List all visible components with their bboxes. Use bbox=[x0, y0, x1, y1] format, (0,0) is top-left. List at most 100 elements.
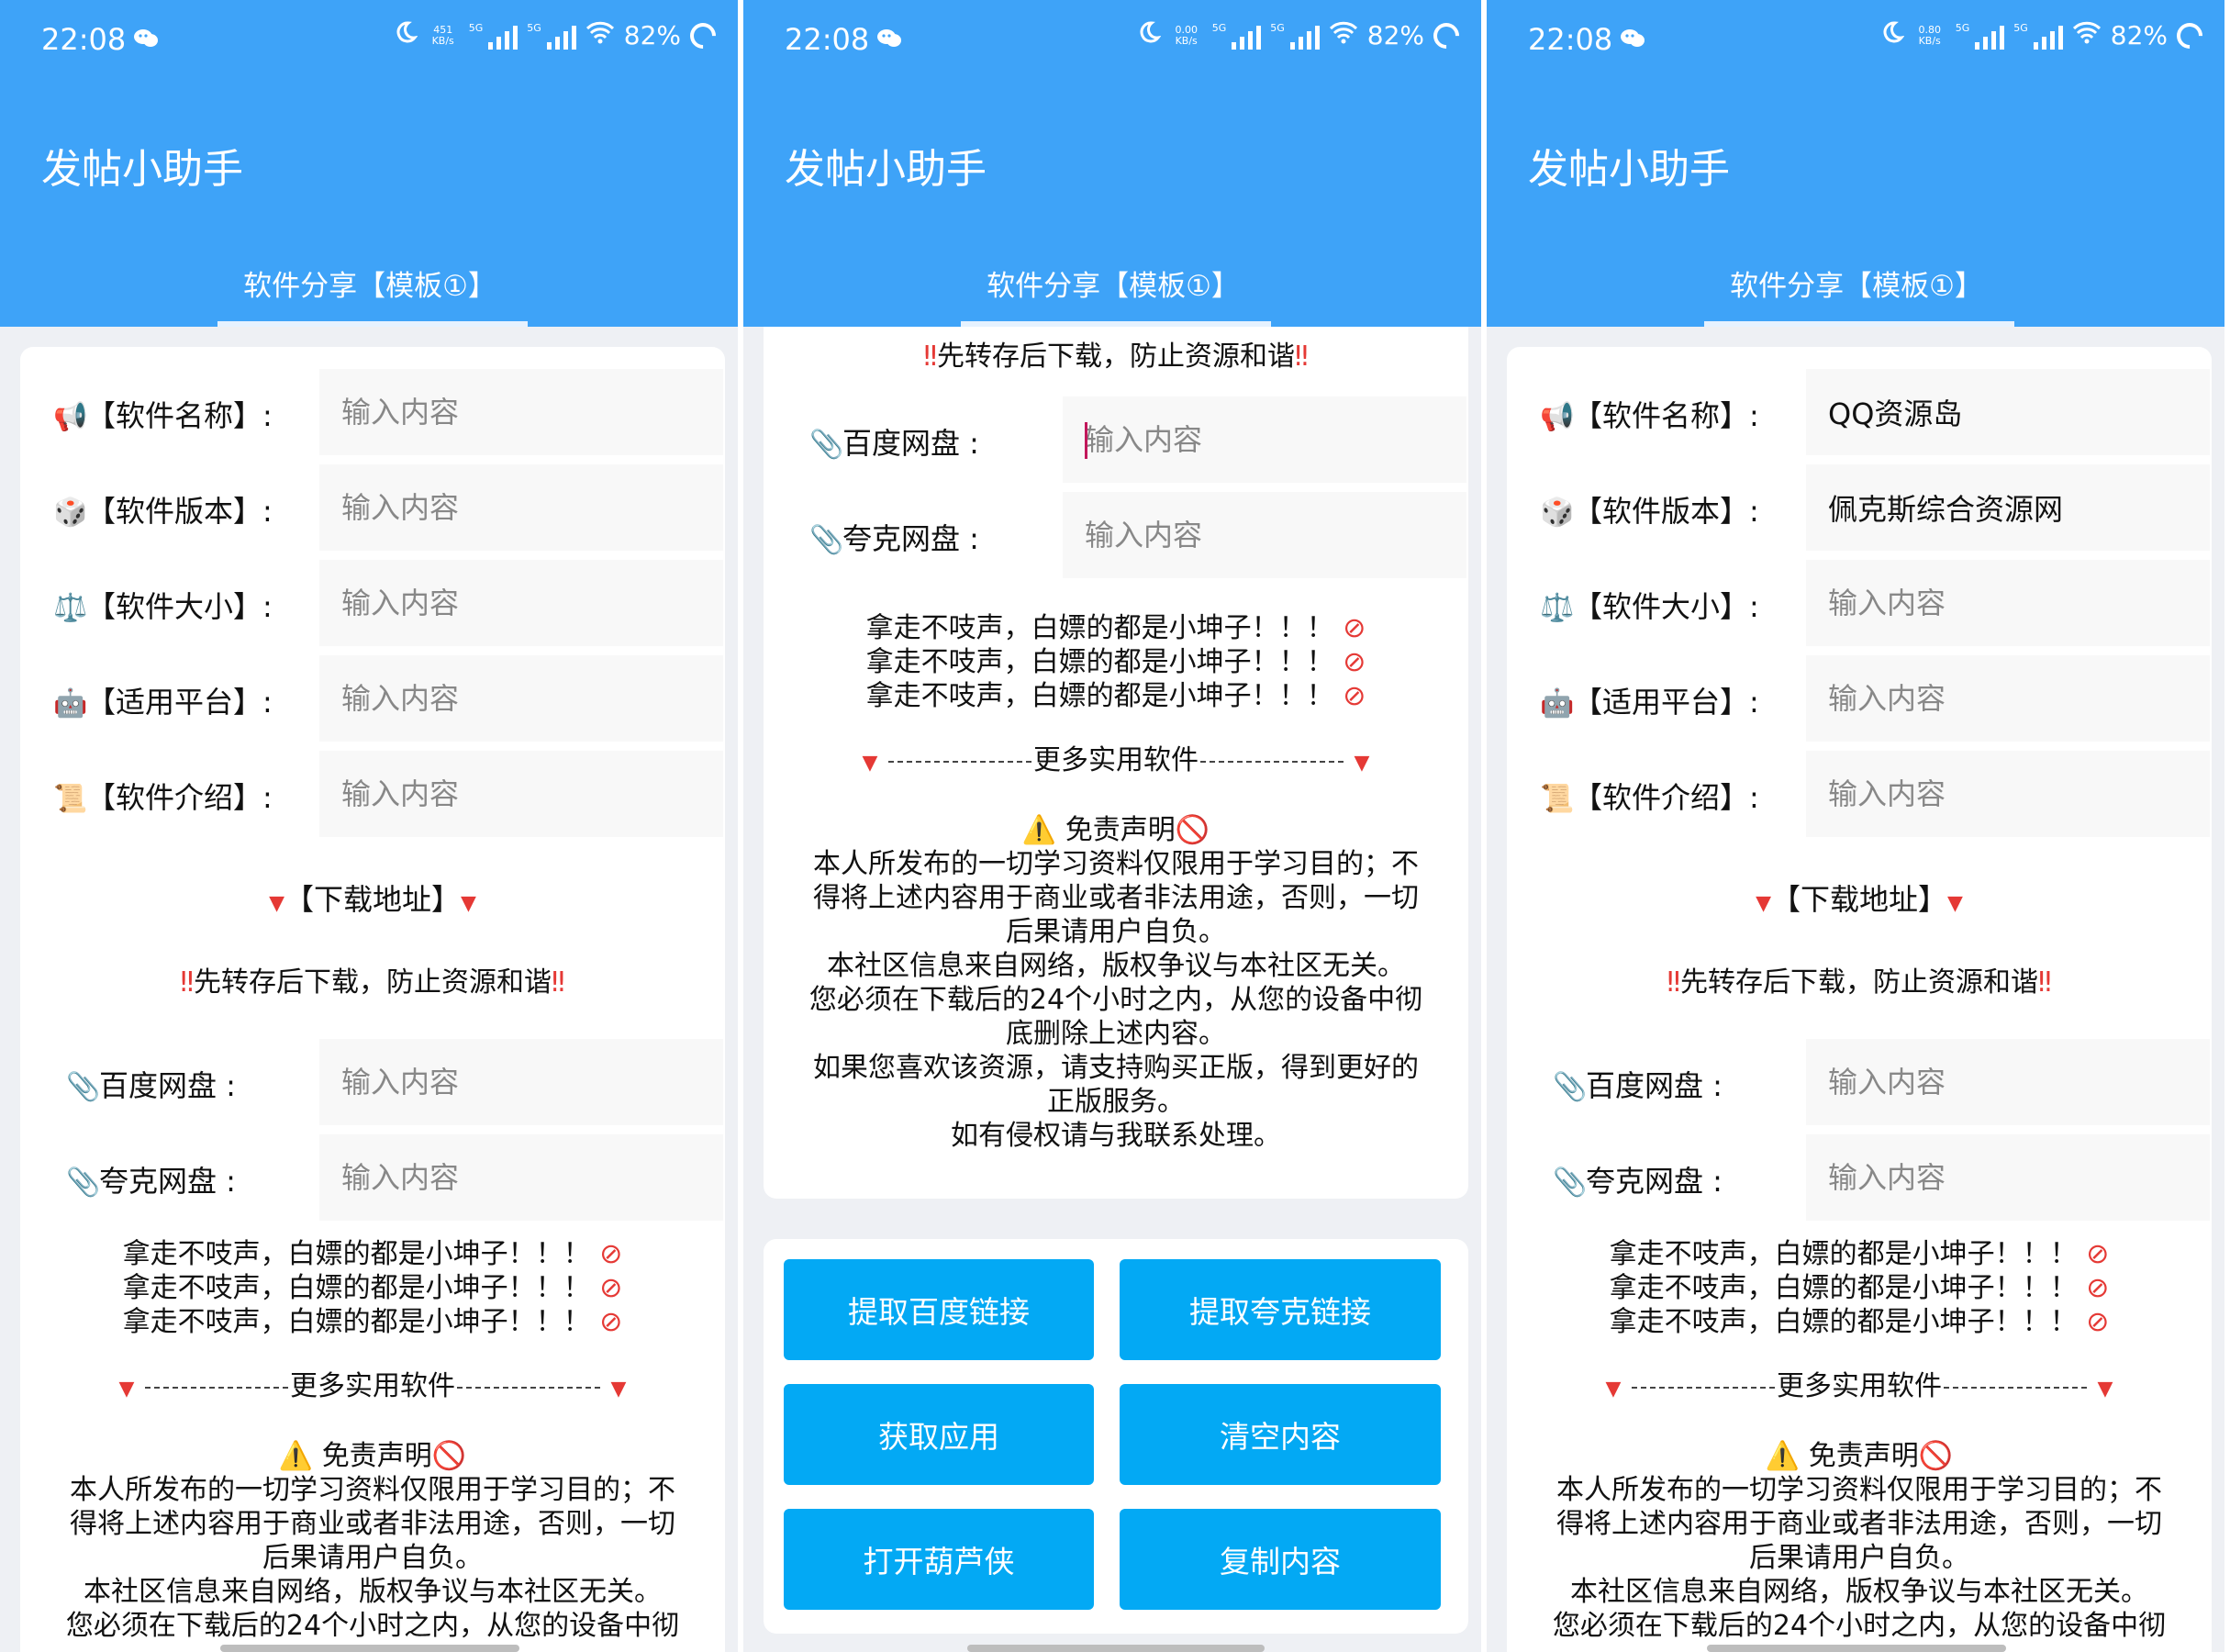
label-text: 夸克网盘 : bbox=[842, 521, 979, 556]
baidu-link-input[interactable] bbox=[319, 1039, 723, 1125]
dashed-line bbox=[888, 760, 1031, 763]
disclaimer-line: 如有侵权请与我联系处理。 bbox=[951, 1120, 1281, 1152]
quark-link-input[interactable] bbox=[1806, 1134, 2210, 1221]
row-baidu: 📎百度网盘 : bbox=[53, 1039, 725, 1125]
robot-icon: 🤖 bbox=[1540, 687, 1575, 720]
double-exclamation-icon: ‼ bbox=[2038, 966, 2052, 999]
more-software-text: 更多实用软件 bbox=[1033, 744, 1199, 776]
notice-text: 拿走不吱声，白嫖的都是小坤子！！！ bbox=[1609, 1238, 2078, 1270]
notice-text: 拿走不吱声，白嫖的都是小坤子！！！ bbox=[122, 1238, 591, 1270]
triangle-down-icon: ▼ bbox=[1947, 892, 1963, 915]
row-software-name: 📢【软件名称】: bbox=[1540, 369, 2212, 455]
label-software-size: ⚖️【软件大小】: bbox=[53, 584, 273, 626]
disclaimer: ⚠️ 免责声明🚫 本人所发布的一切学习资料仅限用于学习目的；不 得将上述内容用于… bbox=[20, 1439, 725, 1652]
extract-quark-link-button[interactable]: 提取夸克链接 bbox=[1120, 1259, 1441, 1360]
row-software-size: ⚖️【软件大小】: bbox=[1540, 560, 2212, 646]
prohibited-icon: ⊘ bbox=[599, 1306, 623, 1338]
megaphone-icon: 📢 bbox=[1540, 401, 1575, 433]
intro-input[interactable] bbox=[1806, 751, 2210, 837]
notice-line: 拿走不吱声，白嫖的都是小坤子！！！ ⊘ bbox=[764, 645, 1468, 679]
status-bar: 22:08 0.80 KB/s 5G 5G 82% bbox=[1487, 0, 2224, 81]
scroll-icon: 📜 bbox=[53, 783, 88, 815]
row-quark: 📎夸克网盘 : bbox=[797, 492, 1468, 578]
triangle-down-icon: ▼ bbox=[862, 752, 878, 775]
get-app-button[interactable]: 获取应用 bbox=[784, 1384, 1094, 1485]
quark-link-input[interactable] bbox=[1063, 492, 1466, 578]
label-text: 百度网盘 : bbox=[842, 426, 979, 461]
platform-input[interactable] bbox=[319, 655, 723, 742]
disclaimer: ⚠️ 免责声明🚫 本人所发布的一切学习资料仅限用于学习目的；不 得将上述内容用于… bbox=[764, 813, 1468, 1153]
prohibited-icon: ⊘ bbox=[599, 1238, 623, 1270]
label-text: 【软件名称】: bbox=[86, 398, 273, 433]
label-text: 【适用平台】: bbox=[1573, 685, 1759, 720]
app-title: 发帖小助手 bbox=[1528, 146, 1730, 193]
scroll-icon: 📜 bbox=[1540, 783, 1575, 815]
software-version-input[interactable] bbox=[1806, 464, 2210, 551]
scroll-indicator[interactable] bbox=[967, 1645, 1265, 1652]
label-software-size: ⚖️【软件大小】: bbox=[1540, 584, 1759, 626]
label-quark: 📎夸克网盘 : bbox=[809, 516, 979, 558]
baidu-link-input[interactable] bbox=[1063, 396, 1466, 483]
tab-software-share[interactable]: 软件分享【模板①】 bbox=[987, 262, 1240, 304]
notice-text: 拿走不吱声，白嫖的都是小坤子！！！ bbox=[122, 1272, 591, 1304]
download-heading-text: 【下载地址】 bbox=[284, 882, 461, 917]
open-huluxia-button[interactable]: 打开葫芦侠 bbox=[784, 1509, 1094, 1610]
warning-text: 先转存后下载，防止资源和谐 bbox=[937, 340, 1295, 373]
label-software-version: 🎲【软件版本】: bbox=[1540, 488, 1759, 530]
status-icons: 0.00 KB/s 5G 5G 82% bbox=[1137, 17, 1465, 54]
triangle-down-icon: ▼ bbox=[269, 892, 284, 915]
notice-text: 拿走不吱声，白嫖的都是小坤子！！！ bbox=[865, 680, 1334, 712]
double-exclamation-icon: ‼ bbox=[1667, 966, 1680, 999]
software-size-input[interactable] bbox=[319, 560, 723, 646]
tab-indicator bbox=[217, 321, 528, 327]
app-bar: 22:08 451 KB/s 5G 5G 82% 发帖小助手 软件分享【模板①】 bbox=[0, 0, 738, 327]
disclaimer-line: 本社区信息来自网络，版权争议与本社区无关。 bbox=[84, 1576, 662, 1608]
chat-bubble-icon bbox=[133, 22, 159, 47]
clear-content-button[interactable]: 清空内容 bbox=[1120, 1384, 1441, 1485]
prohibited-icon: ⊘ bbox=[1343, 646, 1366, 678]
software-name-input[interactable] bbox=[319, 369, 723, 455]
quark-link-input[interactable] bbox=[319, 1134, 723, 1221]
notice-lines: 拿走不吱声，白嫖的都是小坤子！！！ ⊘ 拿走不吱声，白嫖的都是小坤子！！！ ⊘ … bbox=[764, 611, 1468, 713]
baidu-link-input[interactable] bbox=[1806, 1039, 2210, 1125]
scales-icon: ⚖️ bbox=[1540, 592, 1575, 624]
triangle-down-icon: ▼ bbox=[1354, 752, 1370, 775]
more-software-divider: ▼ 更多实用软件 ▼ bbox=[20, 1369, 725, 1406]
triangle-down-icon: ▼ bbox=[2097, 1378, 2113, 1401]
software-name-input[interactable] bbox=[1806, 369, 2210, 455]
disclaimer-line: 本人所发布的一切学习资料仅限用于学习目的；不 bbox=[1556, 1474, 2162, 1506]
label-quark: 📎夸克网盘 : bbox=[1553, 1158, 1723, 1200]
notice-lines: 拿走不吱声，白嫖的都是小坤子！！！ ⊘ 拿走不吱声，白嫖的都是小坤子！！！ ⊘ … bbox=[20, 1237, 725, 1339]
tab-software-share[interactable]: 软件分享【模板①】 bbox=[243, 262, 496, 304]
double-exclamation-icon: ‼ bbox=[923, 340, 937, 373]
intro-input[interactable] bbox=[319, 751, 723, 837]
disclaimer-title: ⚠️ 免责声明🚫 bbox=[764, 813, 1468, 847]
disclaimer-line: 本人所发布的一切学习资料仅限用于学习目的；不 bbox=[813, 848, 1419, 880]
tab-software-share[interactable]: 软件分享【模板①】 bbox=[1730, 262, 1983, 304]
notice-line: 拿走不吱声，白嫖的都是小坤子！！！ ⊘ bbox=[20, 1305, 725, 1339]
robot-icon: 🤖 bbox=[53, 687, 88, 720]
notice-line: 拿走不吱声，白嫖的都是小坤子！！！ ⊘ bbox=[20, 1271, 725, 1305]
more-software-divider: ▼ 更多实用软件 ▼ bbox=[764, 743, 1468, 780]
signal-icon: 5G bbox=[1212, 22, 1262, 50]
label-text: 百度网盘 : bbox=[1586, 1068, 1723, 1103]
status-bar: 22:08 451 KB/s 5G 5G 82% bbox=[0, 0, 738, 81]
label-text: 【软件名称】: bbox=[1573, 398, 1759, 433]
extract-baidu-link-button[interactable]: 提取百度链接 bbox=[784, 1259, 1094, 1360]
paperclip-icon: 📎 bbox=[809, 524, 844, 556]
sim-label-2: 5G bbox=[1270, 21, 1285, 34]
more-software-text: 更多实用软件 bbox=[290, 1370, 455, 1402]
row-quark: 📎夸克网盘 : bbox=[1540, 1134, 2212, 1221]
warning-line: ‼先转存后下载，防止资源和谐‼ bbox=[20, 966, 725, 999]
scroll-indicator[interactable] bbox=[220, 1645, 519, 1652]
moon-icon bbox=[394, 20, 418, 50]
software-version-input[interactable] bbox=[319, 464, 723, 551]
copy-content-button[interactable]: 复制内容 bbox=[1120, 1509, 1441, 1610]
software-size-input[interactable] bbox=[1806, 560, 2210, 646]
triangle-down-icon: ▼ bbox=[118, 1378, 135, 1401]
platform-input[interactable] bbox=[1806, 655, 2210, 742]
disclaimer-line: 后果请用户自负。 bbox=[1749, 1542, 1969, 1574]
row-software-version: 🎲【软件版本】: bbox=[1540, 464, 2212, 551]
scroll-indicator[interactable] bbox=[1707, 1645, 2006, 1652]
notice-line: 拿走不吱声，白嫖的都是小坤子！！！ ⊘ bbox=[1507, 1237, 2212, 1271]
